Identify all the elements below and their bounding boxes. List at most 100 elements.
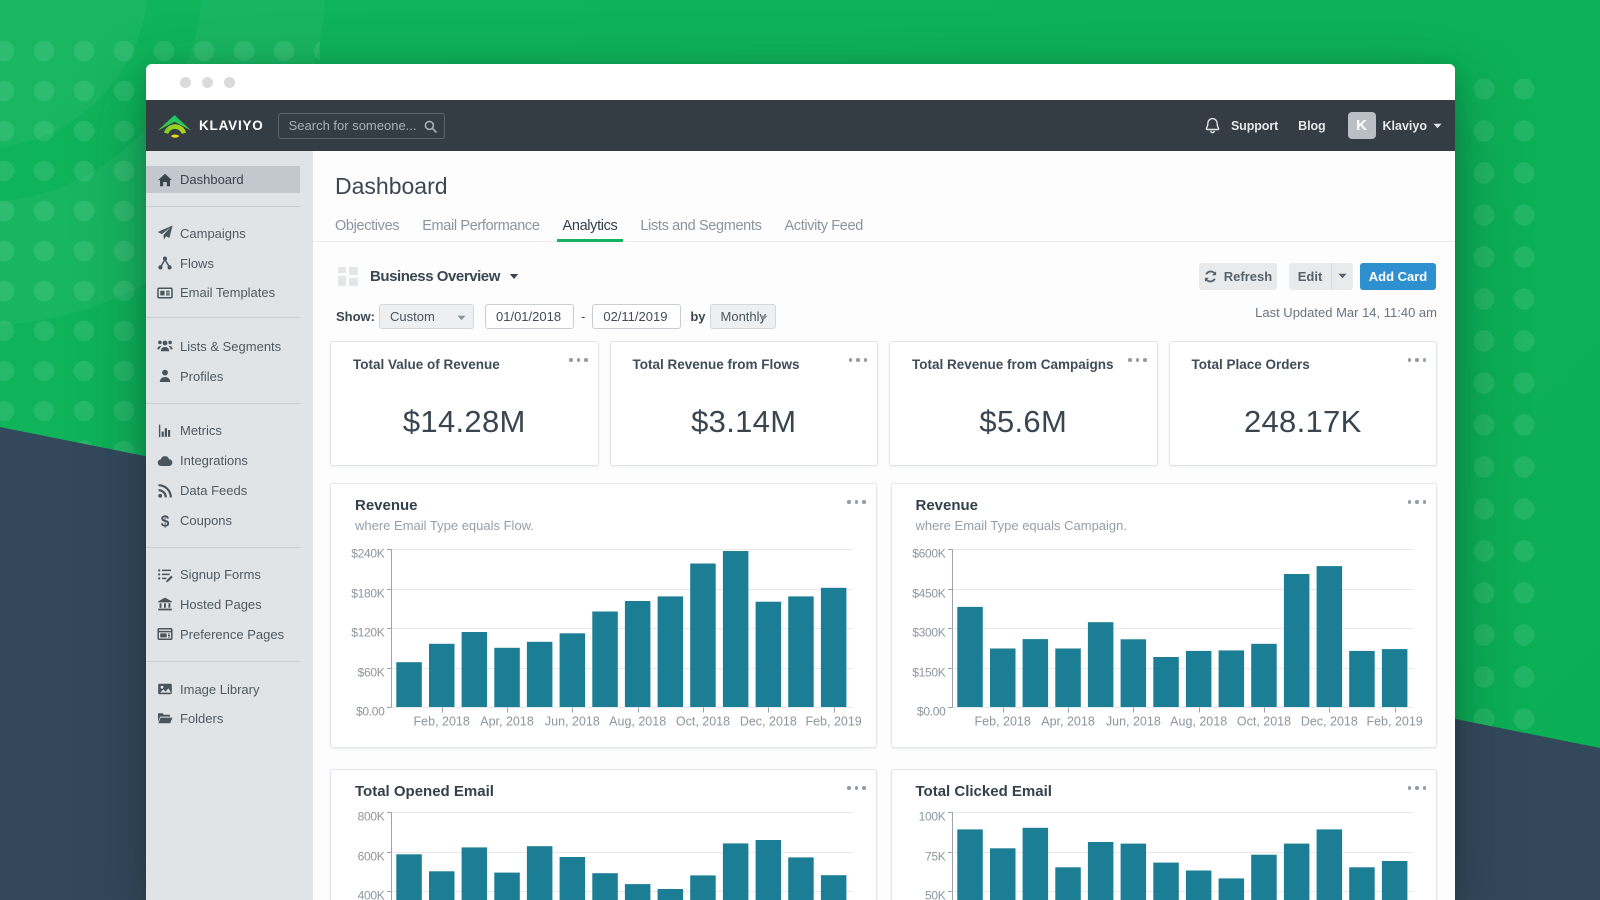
svg-text:Oct, 2018: Oct, 2018 bbox=[676, 715, 730, 729]
window-dot-1[interactable] bbox=[180, 77, 191, 88]
window-dot-2[interactable] bbox=[202, 77, 213, 88]
svg-text:$600K: $600K bbox=[912, 547, 945, 561]
add-card-button[interactable]: Add Card bbox=[1360, 263, 1436, 290]
svg-text:100K: 100K bbox=[918, 810, 945, 824]
svg-text:Feb, 2019: Feb, 2019 bbox=[805, 715, 861, 729]
newspaper-icon bbox=[157, 285, 173, 301]
sidebar-item-metrics[interactable]: Metrics bbox=[146, 417, 300, 445]
account-name[interactable]: Klaviyo bbox=[1383, 119, 1427, 133]
interval-select[interactable]: Monthly bbox=[710, 304, 776, 329]
chart-card: Revenuewhere Email Type equals Campaign.… bbox=[891, 483, 1438, 748]
date-from-input[interactable] bbox=[485, 304, 574, 329]
sidebar-item-signup-forms[interactable]: Signup Forms bbox=[146, 561, 300, 589]
sidebar-item-image-library[interactable]: Image Library bbox=[146, 675, 300, 703]
refresh-button[interactable]: Refresh bbox=[1199, 263, 1277, 290]
sidebar-item-campaigns[interactable]: Campaigns bbox=[146, 219, 300, 247]
board-toolbar: Business Overview Refresh Edit bbox=[313, 262, 1455, 290]
sidebar-item-dashboard[interactable]: Dashboard bbox=[146, 166, 300, 193]
bar bbox=[1055, 649, 1081, 708]
date-range-select[interactable]: Custom bbox=[379, 304, 474, 329]
search-input[interactable] bbox=[279, 118, 491, 133]
bar bbox=[625, 601, 651, 707]
bar bbox=[429, 871, 455, 900]
sidebar-divider bbox=[146, 317, 300, 318]
card-menu-button[interactable] bbox=[849, 358, 868, 362]
stat-card: Total Revenue from Campaigns $5.6M bbox=[889, 341, 1158, 466]
date-to-input[interactable] bbox=[592, 304, 681, 329]
card-menu-button[interactable] bbox=[1408, 786, 1427, 790]
svg-text:Jun, 2018: Jun, 2018 bbox=[545, 715, 600, 729]
board-caret-down-icon[interactable] bbox=[509, 273, 519, 280]
card-menu-button[interactable] bbox=[569, 358, 588, 362]
svg-text:$180K: $180K bbox=[351, 587, 384, 601]
sidebar-item-profiles[interactable]: Profiles bbox=[146, 362, 300, 390]
brand-name[interactable]: KLAVIYO bbox=[199, 118, 264, 133]
edit-button[interactable]: Edit bbox=[1289, 263, 1331, 290]
tab-analytics[interactable]: Analytics bbox=[557, 214, 624, 242]
support-link[interactable]: Support bbox=[1231, 119, 1278, 133]
sidebar-item-flows[interactable]: Flows bbox=[146, 249, 300, 277]
sidebar-item-lists-segments[interactable]: Lists & Segments bbox=[146, 332, 300, 360]
select-caret-down-icon bbox=[457, 315, 466, 321]
bar bbox=[527, 642, 553, 707]
bar bbox=[396, 662, 422, 707]
bar bbox=[723, 551, 749, 707]
sidebar-item-preference-pages[interactable]: Preference Pages bbox=[146, 620, 300, 648]
sidebar-item-integrations[interactable]: Integrations bbox=[146, 447, 300, 475]
bar bbox=[1316, 829, 1342, 900]
stat-card-title: Total Revenue from Campaigns bbox=[912, 357, 1114, 372]
bar bbox=[690, 564, 716, 708]
account-caret-down-icon[interactable] bbox=[1433, 123, 1442, 129]
sidebar-item-email-templates[interactable]: Email Templates bbox=[146, 279, 300, 307]
account-avatar[interactable]: K bbox=[1348, 112, 1376, 139]
bar bbox=[788, 596, 814, 707]
bar bbox=[1120, 844, 1146, 900]
klaviyo-logo-icon[interactable] bbox=[157, 113, 192, 139]
svg-text:Apr, 2018: Apr, 2018 bbox=[1041, 715, 1095, 729]
bar-chart-plot: 800K600K400K200K0.00Feb, 2018Apr, 2018Ju… bbox=[331, 805, 877, 900]
edit-dropdown-button[interactable] bbox=[1331, 263, 1353, 290]
select-caret-down-icon bbox=[759, 315, 768, 321]
sidebar-nav: Dashboard CampaignsFlowsEmail Templates Li… bbox=[146, 151, 313, 900]
svg-text:Feb, 2019: Feb, 2019 bbox=[1366, 715, 1422, 729]
sidebar-item-data-feeds[interactable]: Data Feeds bbox=[146, 477, 300, 505]
bank-icon bbox=[157, 596, 173, 612]
card-menu-button[interactable] bbox=[1408, 500, 1427, 504]
bar bbox=[1381, 861, 1407, 900]
stat-card-title: Total Revenue from Flows bbox=[633, 357, 800, 372]
bar bbox=[494, 873, 520, 900]
bar bbox=[429, 644, 455, 707]
tab-activity-feed[interactable]: Activity Feed bbox=[778, 214, 868, 242]
sidebar-item-folders[interactable]: Folders bbox=[146, 704, 300, 732]
bar-chart-plot: $600K$450K$300K$150K$0.00Feb, 2018Apr, 2… bbox=[892, 539, 1438, 739]
blog-link[interactable]: Blog bbox=[1298, 119, 1325, 133]
tab-lists-and-segments[interactable]: Lists and Segments bbox=[634, 214, 767, 242]
card-menu-button[interactable] bbox=[1408, 358, 1427, 362]
tab-bar: Objectives Email Performance Analytics List… bbox=[313, 214, 1455, 242]
bar bbox=[756, 840, 782, 900]
svg-text:$300K: $300K bbox=[912, 626, 945, 640]
bar bbox=[756, 602, 782, 707]
board-name[interactable]: Business Overview bbox=[370, 268, 500, 285]
card-menu-button[interactable] bbox=[1128, 358, 1147, 362]
tab-email-performance[interactable]: Email Performance bbox=[416, 214, 545, 242]
svg-text:Feb, 2018: Feb, 2018 bbox=[974, 715, 1030, 729]
stat-card-value: $5.6M bbox=[890, 404, 1157, 440]
card-menu-button[interactable] bbox=[847, 500, 866, 504]
svg-text:Apr, 2018: Apr, 2018 bbox=[480, 715, 534, 729]
tab-objectives[interactable]: Objectives bbox=[329, 214, 405, 242]
last-updated-text: Last Updated Mar 14, 11:40 am bbox=[1255, 305, 1455, 320]
chart-card: Total Clicked Email100K75K50K25K0.00Feb,… bbox=[891, 769, 1438, 900]
sidebar-item-hosted-pages[interactable]: Hosted Pages bbox=[146, 590, 300, 618]
bar bbox=[723, 843, 749, 900]
svg-text:Feb, 2018: Feb, 2018 bbox=[414, 715, 470, 729]
bar bbox=[788, 857, 814, 900]
bar bbox=[1218, 650, 1244, 707]
window-dot-3[interactable] bbox=[224, 77, 235, 88]
sidebar-item-coupons[interactable]: $Coupons bbox=[146, 507, 300, 535]
bar bbox=[658, 596, 684, 707]
date-separator: - bbox=[581, 309, 585, 324]
stat-card-grid: Total Value of Revenue$14.28MTotal Reven… bbox=[330, 341, 1437, 466]
card-menu-button[interactable] bbox=[847, 786, 866, 790]
bell-icon[interactable] bbox=[1205, 117, 1220, 134]
